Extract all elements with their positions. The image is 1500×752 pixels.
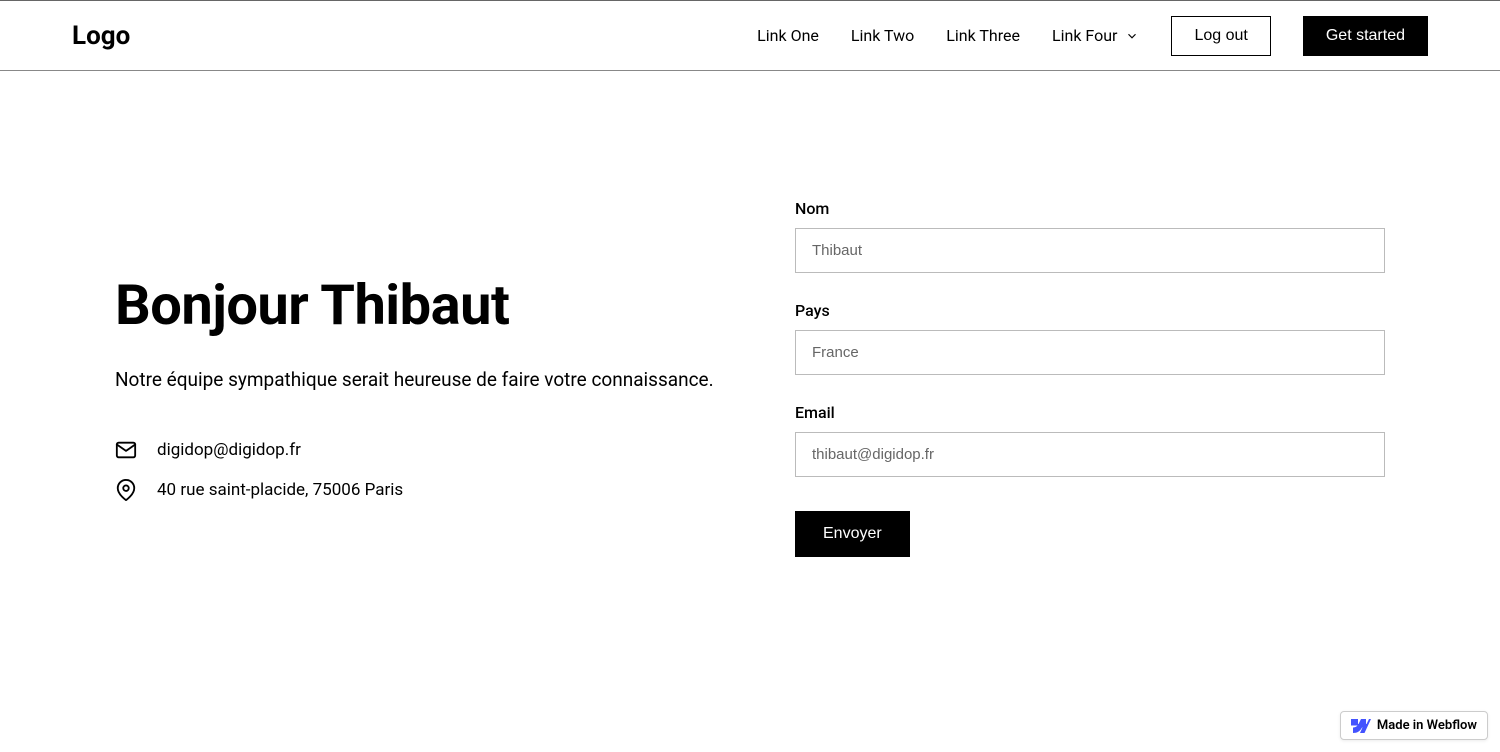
email-input[interactable] — [795, 432, 1385, 477]
map-pin-icon — [115, 479, 137, 501]
nav-link-four-label: Link Four — [1052, 26, 1117, 45]
country-input[interactable] — [795, 330, 1385, 375]
name-input[interactable] — [795, 228, 1385, 273]
name-label: Nom — [795, 199, 1385, 218]
hero-section: Bonjour Thibaut Notre équipe sympathique… — [115, 199, 715, 557]
nav-link-two[interactable]: Link Two — [851, 26, 914, 45]
country-label: Pays — [795, 301, 1385, 320]
nav-link-four[interactable]: Link Four — [1052, 26, 1139, 45]
mail-icon — [115, 439, 137, 461]
main-nav: Link One Link Two Link Three Link Four L… — [757, 16, 1428, 56]
logout-button[interactable]: Log out — [1171, 16, 1270, 56]
contact-address-text: 40 rue saint-placide, 75006 Paris — [157, 480, 403, 500]
form-group-email: Email — [795, 403, 1385, 477]
webflow-badge-text: Made in Webflow — [1377, 718, 1477, 733]
page-heading: Bonjour Thibaut — [115, 275, 715, 337]
get-started-button[interactable]: Get started — [1303, 16, 1428, 56]
contact-email-text: digidop@digidop.fr — [157, 440, 301, 460]
contact-email: digidop@digidop.fr — [115, 439, 715, 461]
webflow-badge[interactable]: Made in Webflow — [1340, 711, 1488, 740]
chevron-down-icon — [1125, 29, 1139, 43]
nav-link-one[interactable]: Link One — [757, 26, 819, 45]
webflow-icon — [1351, 719, 1371, 733]
main-content: Bonjour Thibaut Notre équipe sympathique… — [0, 71, 1500, 557]
form-group-name: Nom — [795, 199, 1385, 273]
contact-address: 40 rue saint-placide, 75006 Paris — [115, 479, 715, 501]
form-group-country: Pays — [795, 301, 1385, 375]
header: Logo Link One Link Two Link Three Link F… — [0, 1, 1500, 71]
page-subtext: Notre équipe sympathique serait heureuse… — [115, 365, 715, 395]
submit-button[interactable]: Envoyer — [795, 511, 910, 557]
email-label: Email — [795, 403, 1385, 422]
logo[interactable]: Logo — [72, 21, 130, 51]
contact-form: Nom Pays Email Envoyer — [795, 199, 1385, 557]
nav-link-three[interactable]: Link Three — [946, 26, 1020, 45]
